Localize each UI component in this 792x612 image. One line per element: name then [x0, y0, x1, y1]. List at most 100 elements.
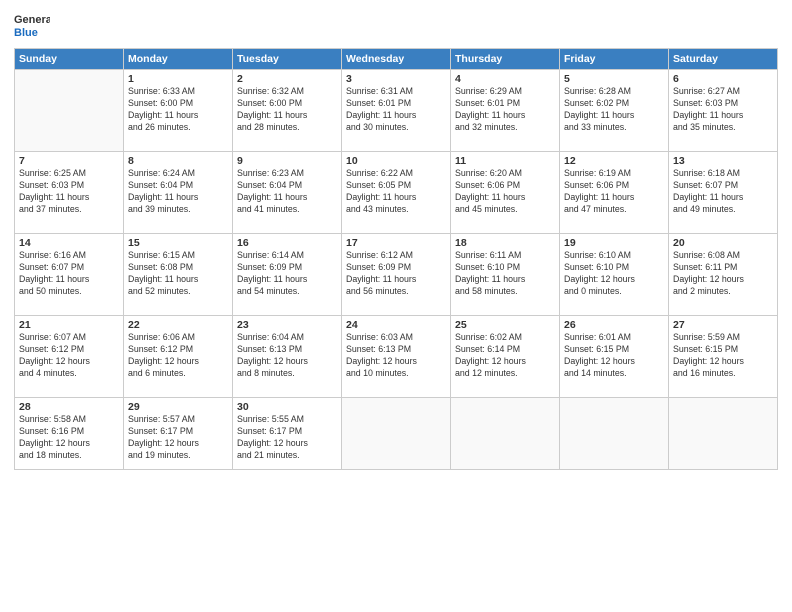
calendar-cell [560, 398, 669, 470]
calendar-cell [15, 70, 124, 152]
day-info: Sunrise: 6:12 AM Sunset: 6:09 PM Dayligh… [346, 250, 446, 298]
day-number: 28 [19, 401, 119, 413]
day-info: Sunrise: 6:31 AM Sunset: 6:01 PM Dayligh… [346, 86, 446, 134]
day-number: 5 [564, 73, 664, 85]
day-info: Sunrise: 6:03 AM Sunset: 6:13 PM Dayligh… [346, 332, 446, 380]
day-info: Sunrise: 6:33 AM Sunset: 6:00 PM Dayligh… [128, 86, 228, 134]
day-header-tuesday: Tuesday [233, 49, 342, 70]
day-info: Sunrise: 6:18 AM Sunset: 6:07 PM Dayligh… [673, 168, 773, 216]
calendar-cell: 6Sunrise: 6:27 AM Sunset: 6:03 PM Daylig… [669, 70, 778, 152]
calendar-cell: 7Sunrise: 6:25 AM Sunset: 6:03 PM Daylig… [15, 152, 124, 234]
calendar-cell: 13Sunrise: 6:18 AM Sunset: 6:07 PM Dayli… [669, 152, 778, 234]
day-number: 2 [237, 73, 337, 85]
day-header-thursday: Thursday [451, 49, 560, 70]
day-number: 14 [19, 237, 119, 249]
logo: General Blue [14, 10, 50, 42]
calendar-cell: 20Sunrise: 6:08 AM Sunset: 6:11 PM Dayli… [669, 234, 778, 316]
calendar-cell [669, 398, 778, 470]
calendar-cell: 5Sunrise: 6:28 AM Sunset: 6:02 PM Daylig… [560, 70, 669, 152]
day-info: Sunrise: 6:15 AM Sunset: 6:08 PM Dayligh… [128, 250, 228, 298]
calendar-cell: 1Sunrise: 6:33 AM Sunset: 6:00 PM Daylig… [124, 70, 233, 152]
day-info: Sunrise: 6:27 AM Sunset: 6:03 PM Dayligh… [673, 86, 773, 134]
week-row-2: 7Sunrise: 6:25 AM Sunset: 6:03 PM Daylig… [15, 152, 778, 234]
day-header-sunday: Sunday [15, 49, 124, 70]
day-info: Sunrise: 6:32 AM Sunset: 6:00 PM Dayligh… [237, 86, 337, 134]
calendar-cell [342, 398, 451, 470]
day-number: 30 [237, 401, 337, 413]
calendar-cell: 14Sunrise: 6:16 AM Sunset: 6:07 PM Dayli… [15, 234, 124, 316]
day-info: Sunrise: 5:55 AM Sunset: 6:17 PM Dayligh… [237, 414, 337, 462]
day-info: Sunrise: 6:20 AM Sunset: 6:06 PM Dayligh… [455, 168, 555, 216]
calendar-cell: 16Sunrise: 6:14 AM Sunset: 6:09 PM Dayli… [233, 234, 342, 316]
day-header-wednesday: Wednesday [342, 49, 451, 70]
day-info: Sunrise: 6:22 AM Sunset: 6:05 PM Dayligh… [346, 168, 446, 216]
day-info: Sunrise: 6:19 AM Sunset: 6:06 PM Dayligh… [564, 168, 664, 216]
day-number: 26 [564, 319, 664, 331]
day-info: Sunrise: 6:04 AM Sunset: 6:13 PM Dayligh… [237, 332, 337, 380]
calendar-cell [451, 398, 560, 470]
day-number: 10 [346, 155, 446, 167]
day-number: 25 [455, 319, 555, 331]
calendar-cell: 30Sunrise: 5:55 AM Sunset: 6:17 PM Dayli… [233, 398, 342, 470]
day-number: 18 [455, 237, 555, 249]
day-info: Sunrise: 6:08 AM Sunset: 6:11 PM Dayligh… [673, 250, 773, 298]
day-header-monday: Monday [124, 49, 233, 70]
calendar-cell: 9Sunrise: 6:23 AM Sunset: 6:04 PM Daylig… [233, 152, 342, 234]
day-info: Sunrise: 6:23 AM Sunset: 6:04 PM Dayligh… [237, 168, 337, 216]
calendar-cell: 12Sunrise: 6:19 AM Sunset: 6:06 PM Dayli… [560, 152, 669, 234]
day-number: 15 [128, 237, 228, 249]
calendar-cell: 28Sunrise: 5:58 AM Sunset: 6:16 PM Dayli… [15, 398, 124, 470]
week-row-1: 1Sunrise: 6:33 AM Sunset: 6:00 PM Daylig… [15, 70, 778, 152]
day-info: Sunrise: 6:14 AM Sunset: 6:09 PM Dayligh… [237, 250, 337, 298]
calendar-cell: 8Sunrise: 6:24 AM Sunset: 6:04 PM Daylig… [124, 152, 233, 234]
day-info: Sunrise: 6:01 AM Sunset: 6:15 PM Dayligh… [564, 332, 664, 380]
day-number: 17 [346, 237, 446, 249]
calendar-cell: 25Sunrise: 6:02 AM Sunset: 6:14 PM Dayli… [451, 316, 560, 398]
calendar-cell: 24Sunrise: 6:03 AM Sunset: 6:13 PM Dayli… [342, 316, 451, 398]
day-number: 6 [673, 73, 773, 85]
calendar-cell: 18Sunrise: 6:11 AM Sunset: 6:10 PM Dayli… [451, 234, 560, 316]
svg-text:Blue: Blue [14, 27, 38, 39]
day-number: 20 [673, 237, 773, 249]
day-number: 12 [564, 155, 664, 167]
calendar-cell: 23Sunrise: 6:04 AM Sunset: 6:13 PM Dayli… [233, 316, 342, 398]
day-header-saturday: Saturday [669, 49, 778, 70]
day-number: 19 [564, 237, 664, 249]
day-info: Sunrise: 6:29 AM Sunset: 6:01 PM Dayligh… [455, 86, 555, 134]
calendar-cell: 11Sunrise: 6:20 AM Sunset: 6:06 PM Dayli… [451, 152, 560, 234]
day-info: Sunrise: 6:25 AM Sunset: 6:03 PM Dayligh… [19, 168, 119, 216]
day-number: 7 [19, 155, 119, 167]
day-info: Sunrise: 5:57 AM Sunset: 6:17 PM Dayligh… [128, 414, 228, 462]
day-info: Sunrise: 6:07 AM Sunset: 6:12 PM Dayligh… [19, 332, 119, 380]
page: General Blue SundayMondayTuesdayWednesda… [0, 0, 792, 612]
day-number: 24 [346, 319, 446, 331]
day-info: Sunrise: 6:24 AM Sunset: 6:04 PM Dayligh… [128, 168, 228, 216]
header: General Blue [14, 10, 778, 42]
day-info: Sunrise: 5:58 AM Sunset: 6:16 PM Dayligh… [19, 414, 119, 462]
svg-text:General: General [14, 14, 50, 26]
calendar-cell: 21Sunrise: 6:07 AM Sunset: 6:12 PM Dayli… [15, 316, 124, 398]
day-number: 13 [673, 155, 773, 167]
calendar: SundayMondayTuesdayWednesdayThursdayFrid… [14, 48, 778, 470]
day-header-friday: Friday [560, 49, 669, 70]
day-info: Sunrise: 6:10 AM Sunset: 6:10 PM Dayligh… [564, 250, 664, 298]
calendar-cell: 29Sunrise: 5:57 AM Sunset: 6:17 PM Dayli… [124, 398, 233, 470]
week-row-4: 21Sunrise: 6:07 AM Sunset: 6:12 PM Dayli… [15, 316, 778, 398]
day-info: Sunrise: 6:16 AM Sunset: 6:07 PM Dayligh… [19, 250, 119, 298]
day-info: Sunrise: 6:28 AM Sunset: 6:02 PM Dayligh… [564, 86, 664, 134]
day-info: Sunrise: 5:59 AM Sunset: 6:15 PM Dayligh… [673, 332, 773, 380]
calendar-cell: 3Sunrise: 6:31 AM Sunset: 6:01 PM Daylig… [342, 70, 451, 152]
day-number: 1 [128, 73, 228, 85]
day-number: 23 [237, 319, 337, 331]
calendar-cell: 4Sunrise: 6:29 AM Sunset: 6:01 PM Daylig… [451, 70, 560, 152]
day-info: Sunrise: 6:06 AM Sunset: 6:12 PM Dayligh… [128, 332, 228, 380]
day-number: 11 [455, 155, 555, 167]
day-number: 29 [128, 401, 228, 413]
week-row-3: 14Sunrise: 6:16 AM Sunset: 6:07 PM Dayli… [15, 234, 778, 316]
day-info: Sunrise: 6:11 AM Sunset: 6:10 PM Dayligh… [455, 250, 555, 298]
calendar-cell: 15Sunrise: 6:15 AM Sunset: 6:08 PM Dayli… [124, 234, 233, 316]
logo-svg: General Blue [14, 10, 50, 42]
calendar-cell: 2Sunrise: 6:32 AM Sunset: 6:00 PM Daylig… [233, 70, 342, 152]
calendar-cell: 19Sunrise: 6:10 AM Sunset: 6:10 PM Dayli… [560, 234, 669, 316]
calendar-cell: 22Sunrise: 6:06 AM Sunset: 6:12 PM Dayli… [124, 316, 233, 398]
